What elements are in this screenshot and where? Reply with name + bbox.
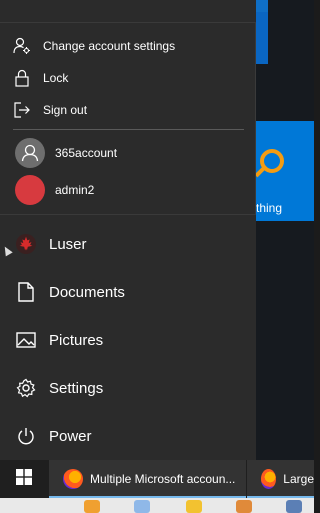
default-user-avatar: [15, 138, 45, 168]
start-item-settings[interactable]: Settings: [0, 365, 256, 411]
partial-window-strip: [0, 498, 314, 513]
app-icon: [286, 500, 302, 513]
account-settings-icon: [13, 37, 31, 55]
app-icon: [236, 500, 252, 513]
start-button[interactable]: [0, 460, 48, 498]
windows-icon: [16, 468, 32, 490]
start-item-power[interactable]: Power: [0, 413, 256, 459]
taskbar: Multiple Microsoft accoun... Large: [0, 460, 314, 498]
start-item-label: Pictures: [49, 331, 104, 349]
document-icon: [16, 282, 36, 302]
power-icon: [16, 426, 36, 446]
red-avatar: [15, 175, 45, 205]
start-item-documents[interactable]: Documents: [0, 269, 256, 315]
start-item-label: Settings: [49, 379, 104, 397]
account-flyout: Change account settings Lock Sign out 36…: [0, 22, 256, 215]
app-icon: [84, 500, 100, 513]
taskbar-app-label: Large: [283, 472, 314, 486]
menu-item-label: Lock: [43, 71, 69, 85]
tile-fragment[interactable]: [256, 0, 268, 12]
taskbar-app-firefox-2[interactable]: Large: [247, 460, 314, 498]
firefox-icon: [261, 469, 277, 489]
lock-icon: [13, 69, 31, 87]
maple-leaf-avatar-icon: [16, 234, 36, 254]
switch-user-365account[interactable]: 365account: [0, 138, 256, 168]
pictures-icon: [16, 330, 36, 350]
switch-user-admin2[interactable]: admin2: [0, 175, 256, 205]
start-item-user[interactable]: Luser: [0, 221, 256, 267]
start-item-label: Power: [49, 427, 92, 445]
gear-icon: [16, 378, 36, 398]
app-icon: [134, 500, 150, 513]
search-tile[interactable]: thing: [254, 121, 314, 221]
user-name: admin2: [55, 183, 95, 197]
menu-item-label: Change account settings: [43, 39, 176, 53]
taskbar-app-firefox-1[interactable]: Multiple Microsoft accoun...: [49, 460, 246, 498]
user-name: 365account: [55, 146, 118, 160]
taskbar-app-label: Multiple Microsoft accoun...: [90, 472, 236, 486]
start-item-pictures[interactable]: Pictures: [0, 317, 256, 363]
sign-out-icon: [13, 101, 31, 119]
sign-out-button[interactable]: Sign out: [0, 95, 256, 125]
firefox-icon: [63, 469, 83, 489]
change-account-settings-button[interactable]: Change account settings: [0, 31, 256, 61]
desktop-background: [256, 0, 314, 460]
start-item-label: Luser: [49, 235, 87, 253]
divider: [13, 129, 244, 130]
lock-button[interactable]: Lock: [0, 63, 256, 93]
tile-fragment[interactable]: [256, 12, 268, 64]
app-icon: [186, 500, 202, 513]
start-item-label: Documents: [49, 283, 125, 301]
menu-item-label: Sign out: [43, 103, 88, 117]
tile-label: thing: [256, 201, 283, 215]
